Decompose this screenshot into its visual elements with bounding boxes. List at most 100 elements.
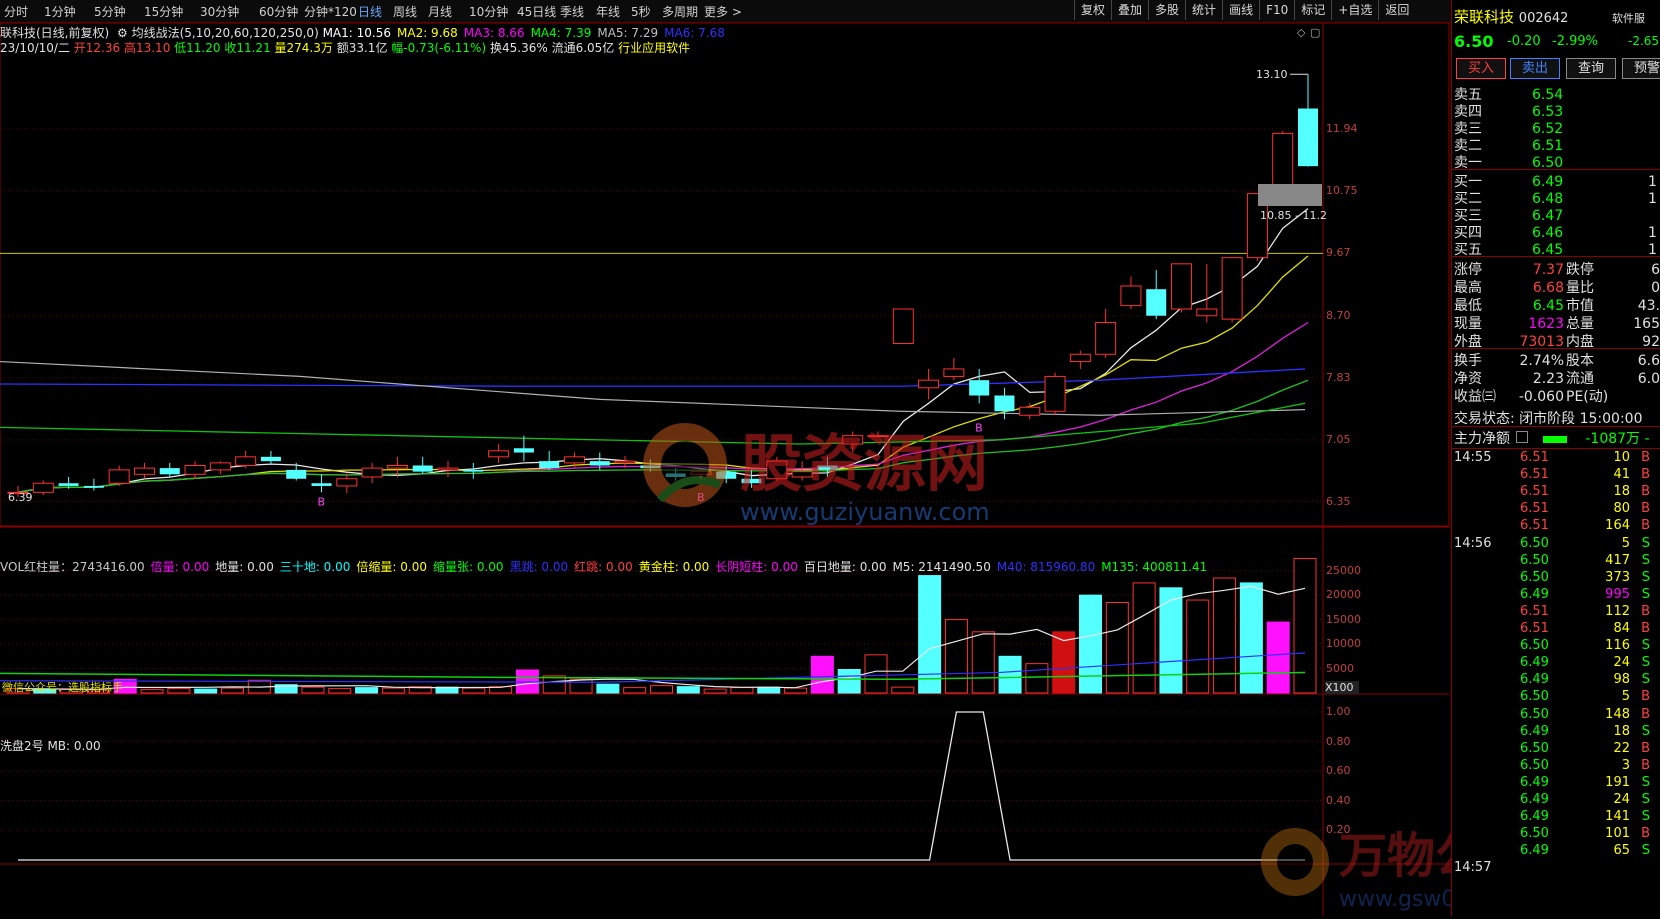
volume-bar [757, 686, 781, 694]
candle [311, 474, 332, 493]
bid-row: 买五 6.45 1 [1454, 239, 1659, 258]
tick-row: 6.49 24 S [1454, 655, 1659, 673]
volume-bar [1186, 599, 1210, 694]
buy-signal-b: B [318, 496, 326, 509]
tick-volume: 101 [1605, 826, 1630, 842]
sector-change: -2.65 [1628, 34, 1660, 48]
ask-row: 卖三 6.52 [1454, 118, 1569, 137]
tick-side: S [1641, 792, 1650, 807]
volume-bar [140, 689, 164, 694]
tick-volume: 417 [1605, 552, 1630, 568]
tick-side: B [1641, 518, 1650, 534]
quote-panel: 荣联科技 002642 软件服 6.50 -0.20 -2.99% -2.65 … [1451, 0, 1660, 916]
stat-row: 外盘 73013 内盘 92 [1454, 331, 1660, 350]
tick-volume: 3 [1621, 757, 1630, 773]
volume-bar [864, 654, 888, 694]
stat2-label: 股本 [1566, 353, 1594, 369]
bid-row: 买一 6.49 1 [1454, 171, 1659, 190]
chart-expand-icon[interactable]: ▢ [1310, 26, 1320, 39]
vol-label-10: 百日地量: 0.00 [803, 560, 887, 574]
tick-volume: 995 [1605, 586, 1630, 602]
tick-row: 6.50 22 B [1454, 741, 1659, 759]
candle [336, 473, 358, 494]
tick-price: 6.50 [1520, 757, 1549, 773]
candle [994, 387, 1015, 420]
tick-row: 6.50 5 B [1454, 689, 1659, 707]
main-flow-bar [1542, 436, 1567, 443]
tick-price: 6.51 [1520, 501, 1549, 517]
volume-unit: X100 [1325, 681, 1359, 694]
stat-value: 43. [1637, 298, 1660, 314]
price-tick: 11.94 [1326, 121, 1358, 135]
stat2-label: 换手 [1454, 353, 1482, 369]
stat-row: 最低 6.45 市值 43. [1454, 295, 1660, 314]
volume-tick: 25000 [1326, 563, 1361, 577]
range-tooltip: 10.85 - 11.2 [1260, 209, 1327, 222]
tick-row: 6.49 191 S [1454, 775, 1659, 793]
stat2-row: 换手 2.74% 股本 6.6 [1454, 350, 1660, 369]
vol-label-2: 地量: 0.00 [215, 560, 274, 574]
indicator-tick: 1.00 [1326, 705, 1351, 718]
kline-chart[interactable]: 微信公众号：选股指标手 13.10 6.39 10.85 - 11.2 B B B ◇ ▢ [0, 0, 1450, 916]
candle [817, 456, 838, 477]
vol-label-13: M135: 400811.41 [1101, 560, 1208, 574]
stat2-value: 6.6 [1637, 353, 1660, 369]
tick-side: B [1641, 467, 1650, 483]
volume-bar [971, 631, 995, 694]
candle [108, 465, 130, 486]
stat2-row: 净资 2.23 流通 6.0 [1454, 368, 1660, 387]
tick-volume: 164 [1605, 518, 1630, 534]
ask-row: 卖四 6.53 [1454, 101, 1569, 120]
tick-row: 6.51 41 B [1454, 467, 1659, 485]
candle [741, 469, 762, 488]
tick-volume: 148 [1605, 706, 1630, 722]
volume-bar [730, 687, 754, 694]
volume-bar [569, 678, 593, 694]
trade-button-0[interactable]: 买入 [1456, 58, 1506, 79]
price-change-pct: -2.99% [1552, 34, 1598, 49]
trade-button-2[interactable]: 查询 [1566, 58, 1616, 79]
tick-price: 6.51 [1520, 450, 1549, 465]
last-price: 6.50 [1454, 32, 1494, 51]
tick-side: S [1641, 552, 1650, 568]
stat-value: 1623 [1528, 316, 1564, 332]
stat2-value: -0.060 [1518, 389, 1564, 405]
sector-name[interactable]: 软件服 [1612, 10, 1645, 28]
stat-value: 6 [1651, 262, 1660, 278]
main-flow-toggle-icon[interactable] [1516, 431, 1529, 443]
tick-time: 14:57 [1454, 860, 1492, 876]
volume-tick: 20000 [1326, 588, 1361, 602]
tick-side: B [1641, 740, 1650, 756]
main-flow-extra: - [1644, 431, 1650, 447]
tick-side: S [1641, 586, 1650, 602]
tick-volume: 84 [1613, 621, 1630, 636]
stat-label: 最高 [1454, 280, 1482, 296]
tick-side: S [1641, 843, 1650, 859]
tick-row: 6.50 148 B [1454, 707, 1659, 725]
volume-bar [1159, 587, 1183, 694]
candle [1221, 257, 1243, 323]
tick-price: 6.51 [1520, 621, 1549, 636]
stat-label: 跌停 [1566, 262, 1594, 278]
ma-line-35 [17, 379, 1309, 493]
tick-row: 6.49 98 S [1454, 672, 1659, 690]
tick-volume: 24 [1613, 792, 1630, 807]
trade-status: 交易状态: 闭市阶段 15:00:00 [1454, 411, 1643, 427]
tick-side: S [1641, 672, 1650, 688]
volume-bar [810, 655, 834, 694]
chart-config-icon[interactable]: ◇ [1297, 26, 1306, 39]
peak-label: 13.10 [1256, 68, 1288, 81]
tick-price: 6.49 [1520, 655, 1549, 671]
tick-volume: 41 [1613, 467, 1630, 483]
tick-price: 6.50 [1520, 535, 1549, 551]
trade-button-3[interactable]: 预警 [1622, 58, 1660, 79]
candle [1044, 372, 1066, 416]
trade-button-1[interactable]: 卖出 [1510, 58, 1560, 79]
candle [1019, 403, 1041, 420]
stat-value: 0 [1651, 280, 1660, 296]
candle [260, 450, 281, 465]
tick-volume: 10 [1613, 450, 1630, 465]
candle [133, 462, 155, 479]
volume-bar [328, 688, 352, 694]
volume-bar [355, 687, 379, 694]
